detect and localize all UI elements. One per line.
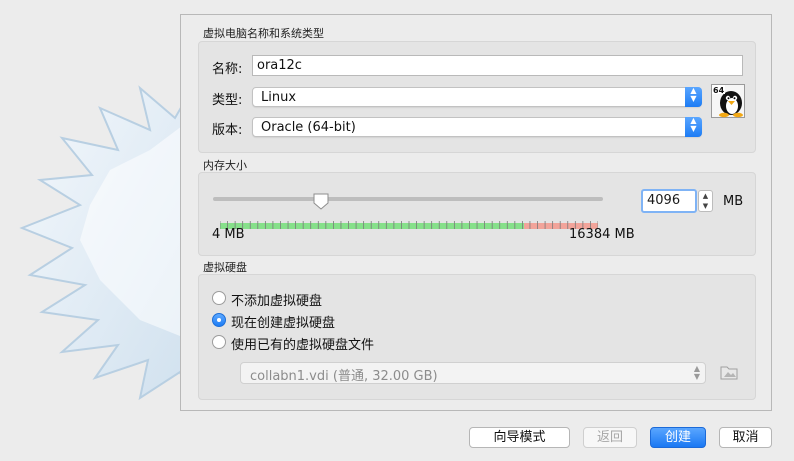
memory-slider-thumb[interactable] — [312, 192, 330, 210]
cancel-button[interactable]: 取消 — [719, 427, 772, 448]
radio-existing-disk-label[interactable]: 使用已有的虚拟硬盘文件 — [231, 334, 374, 353]
memory-min-label: 4 MB — [212, 227, 245, 242]
linux-tux-icon: 64 — [711, 84, 745, 118]
radio-no-disk[interactable] — [212, 291, 226, 305]
memory-slider-track[interactable] — [213, 197, 603, 201]
chevron-updown-icon: ▲ ▼ — [693, 364, 700, 381]
name-label: 名称: — [212, 62, 243, 77]
folder-icon — [720, 366, 738, 380]
memory-unit: MB — [723, 194, 744, 209]
select-arrows-icon: ▲ ▼ — [685, 117, 702, 137]
settings-panel: 虚拟电脑名称和系统类型 名称: 类型: Linux ▲▼ 版本: Oracle … — [180, 14, 772, 411]
name-field[interactable] — [252, 55, 743, 76]
disk-section-title: 虚拟硬盘 — [203, 261, 247, 274]
radio-create-disk-label[interactable]: 现在创建虚拟硬盘 — [231, 312, 335, 331]
stepper-up-icon[interactable]: ▲ — [703, 192, 708, 200]
memory-section — [198, 172, 756, 256]
memory-section-title: 内存大小 — [203, 159, 247, 172]
radio-no-disk-label[interactable]: 不添加虚拟硬盘 — [231, 290, 322, 309]
version-select[interactable]: Oracle (64-bit) ▲ ▼ — [252, 117, 702, 137]
memory-max-label: 16384 MB — [569, 227, 635, 242]
radio-existing-disk[interactable] — [212, 335, 226, 349]
memory-stepper[interactable]: ▲ ▼ — [698, 190, 713, 212]
os-badge-64: 64 — [713, 86, 725, 95]
radio-create-disk[interactable] — [212, 313, 226, 327]
name-os-section-title: 虚拟电脑名称和系统类型 — [203, 27, 324, 40]
memory-value-field[interactable]: 4096 — [641, 189, 697, 213]
name-os-section: 名称: 类型: Linux ▲▼ 版本: Oracle (64-bit) ▲▼ … — [198, 41, 756, 153]
type-label: 类型: — [212, 93, 243, 108]
create-button[interactable]: 创建 — [650, 427, 706, 448]
select-arrows-icon: ▲ ▼ — [685, 87, 702, 107]
stepper-down-icon[interactable]: ▼ — [703, 202, 708, 210]
memory-scale-bar — [220, 221, 598, 229]
back-button[interactable]: 返回 — [583, 427, 637, 448]
type-select[interactable]: Linux ▲ ▼ — [252, 87, 702, 107]
type-select-value: Linux — [261, 90, 297, 105]
guided-mode-button[interactable]: 向导模式 — [469, 427, 570, 448]
version-select-value: Oracle (64-bit) — [261, 120, 356, 135]
existing-disk-select: collabn1.vdi (普通, 32.00 GB) ▲ ▼ — [240, 362, 706, 384]
existing-disk-value: collabn1.vdi (普通, 32.00 GB) — [250, 369, 438, 384]
version-label: 版本: — [212, 123, 243, 138]
